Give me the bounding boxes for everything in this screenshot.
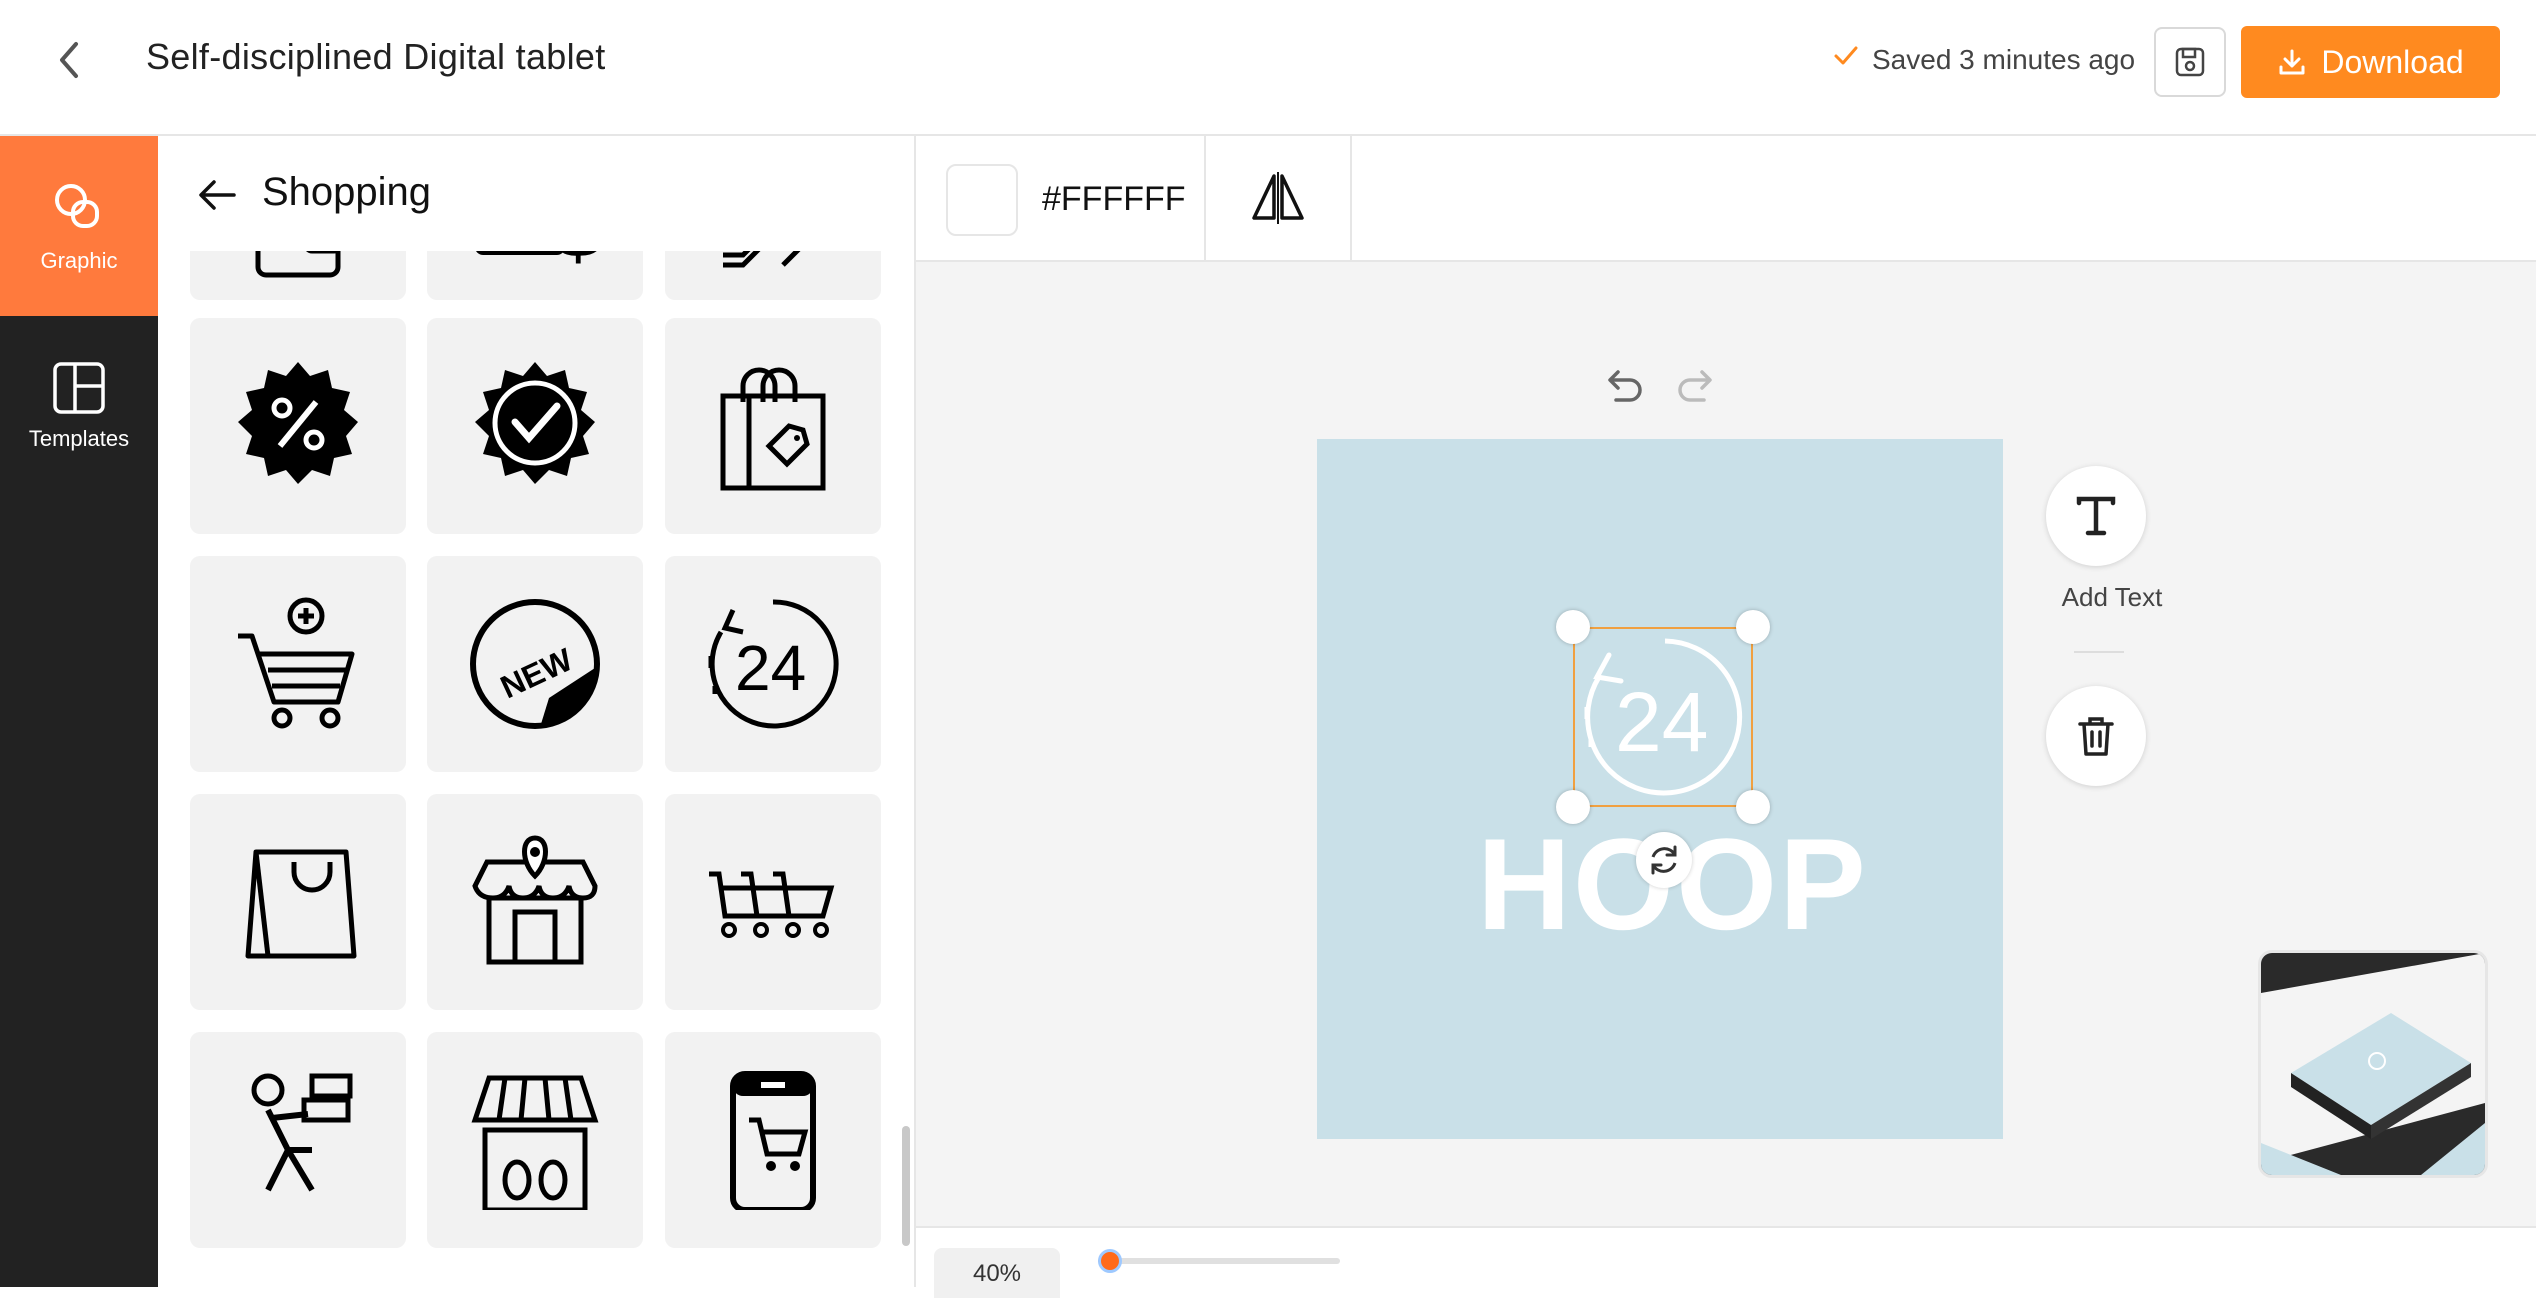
selection-box[interactable]: [1573, 627, 1753, 807]
design-canvas[interactable]: 24 HOOP: [1317, 439, 2003, 1139]
24-hours-icon: 24: [708, 599, 839, 729]
arrow-left-icon[interactable]: [194, 172, 240, 218]
element-toolbar: #FFFFFF: [916, 136, 2536, 262]
shopping-bag-tag-icon: [720, 367, 826, 491]
shopping-carts-icon: [709, 871, 835, 938]
nav-item-label: Graphic: [40, 248, 118, 273]
new-sticker-icon: NEW: [470, 599, 600, 729]
workspace: #FFFFFF 24 HOOP Add T: [916, 136, 2536, 1298]
panel-title: Shopping: [262, 170, 432, 214]
market-stall-icon: [471, 1075, 599, 1210]
rotate-icon: [1651, 845, 1677, 875]
download-icon: [2279, 49, 2305, 75]
zoom-value[interactable]: 40%: [934, 1248, 1060, 1298]
redo-icon[interactable]: [1672, 362, 1722, 412]
icon-tile[interactable]: [665, 318, 881, 534]
text-icon: [2076, 496, 2116, 536]
delivery-man-icon: [251, 1073, 353, 1192]
icon-tile[interactable]: 24: [665, 556, 881, 772]
store-location-icon: [472, 835, 598, 965]
rotate-handle[interactable]: [1636, 832, 1692, 888]
add-text-button[interactable]: [2046, 466, 2146, 566]
discount-badge-icon: [238, 362, 358, 484]
flip-button[interactable]: [1206, 136, 1350, 260]
zoom-bar: 40%: [916, 1226, 2536, 1298]
mobile-shopping-icon: [730, 1071, 816, 1210]
toolbar-divider: [1350, 136, 1352, 260]
icon-tile[interactable]: [665, 794, 881, 1010]
color-swatch[interactable]: [946, 164, 1018, 236]
resize-handle-top-right[interactable]: [1736, 610, 1770, 644]
svg-text:24: 24: [735, 632, 806, 704]
save-button[interactable]: [2154, 27, 2226, 97]
delete-button[interactable]: [2046, 686, 2146, 786]
zoom-slider[interactable]: [1098, 1249, 1340, 1273]
mockup-preview[interactable]: [2258, 950, 2488, 1178]
nav-item-templates[interactable]: Templates: [0, 316, 158, 496]
add-to-cart-icon: [238, 597, 355, 729]
save-status: Saved 3 minutes ago: [1832, 42, 2135, 77]
panel-scrollbar[interactable]: [902, 1126, 910, 1246]
icon-tile[interactable]: [665, 1032, 881, 1248]
panel-header: Shopping: [158, 136, 914, 251]
icon-tile[interactable]: [190, 318, 406, 534]
floppy-icon: [2175, 47, 2205, 77]
icon-tile[interactable]: [427, 1032, 643, 1248]
shopping-bag-icon: [245, 849, 357, 959]
save-status-text: Saved 3 minutes ago: [1872, 43, 2136, 75]
undo-icon[interactable]: [1598, 362, 1648, 412]
graphic-icon: [55, 184, 99, 228]
icon-tile[interactable]: [190, 556, 406, 772]
download-label: Download: [2321, 43, 2464, 80]
nav-item-label: Templates: [28, 426, 130, 451]
flip-horizontal-icon: [1252, 172, 1304, 224]
icon-tile[interactable]: [190, 794, 406, 1010]
icon-tile[interactable]: [190, 1032, 406, 1248]
graphics-panel: $ NEW 24: [158, 136, 916, 1287]
icon-tile[interactable]: [427, 318, 643, 534]
trash-icon: [2078, 717, 2114, 756]
templates-icon: [53, 362, 105, 414]
top-header: Self-disciplined Digital tablet Saved 3 …: [0, 0, 2536, 136]
icon-tile[interactable]: NEW: [427, 556, 643, 772]
side-divider: [2074, 651, 2124, 653]
add-text-label: Add Text: [2061, 582, 2163, 612]
download-button[interactable]: Download: [2241, 26, 2500, 98]
color-hex-value[interactable]: #FFFFFF: [1042, 180, 1186, 219]
check-icon: [1832, 42, 1860, 77]
nav-item-graphic[interactable]: Graphic: [0, 136, 158, 316]
resize-handle-top-left[interactable]: [1556, 610, 1590, 644]
left-nav: Graphic Templates: [0, 136, 158, 1287]
document-title[interactable]: Self-disciplined Digital tablet: [146, 36, 606, 78]
verified-badge-icon: [475, 362, 595, 484]
back-icon[interactable]: [44, 34, 96, 86]
icon-tile[interactable]: [427, 794, 643, 1010]
zoom-slider-thumb[interactable]: [1098, 1249, 1123, 1273]
